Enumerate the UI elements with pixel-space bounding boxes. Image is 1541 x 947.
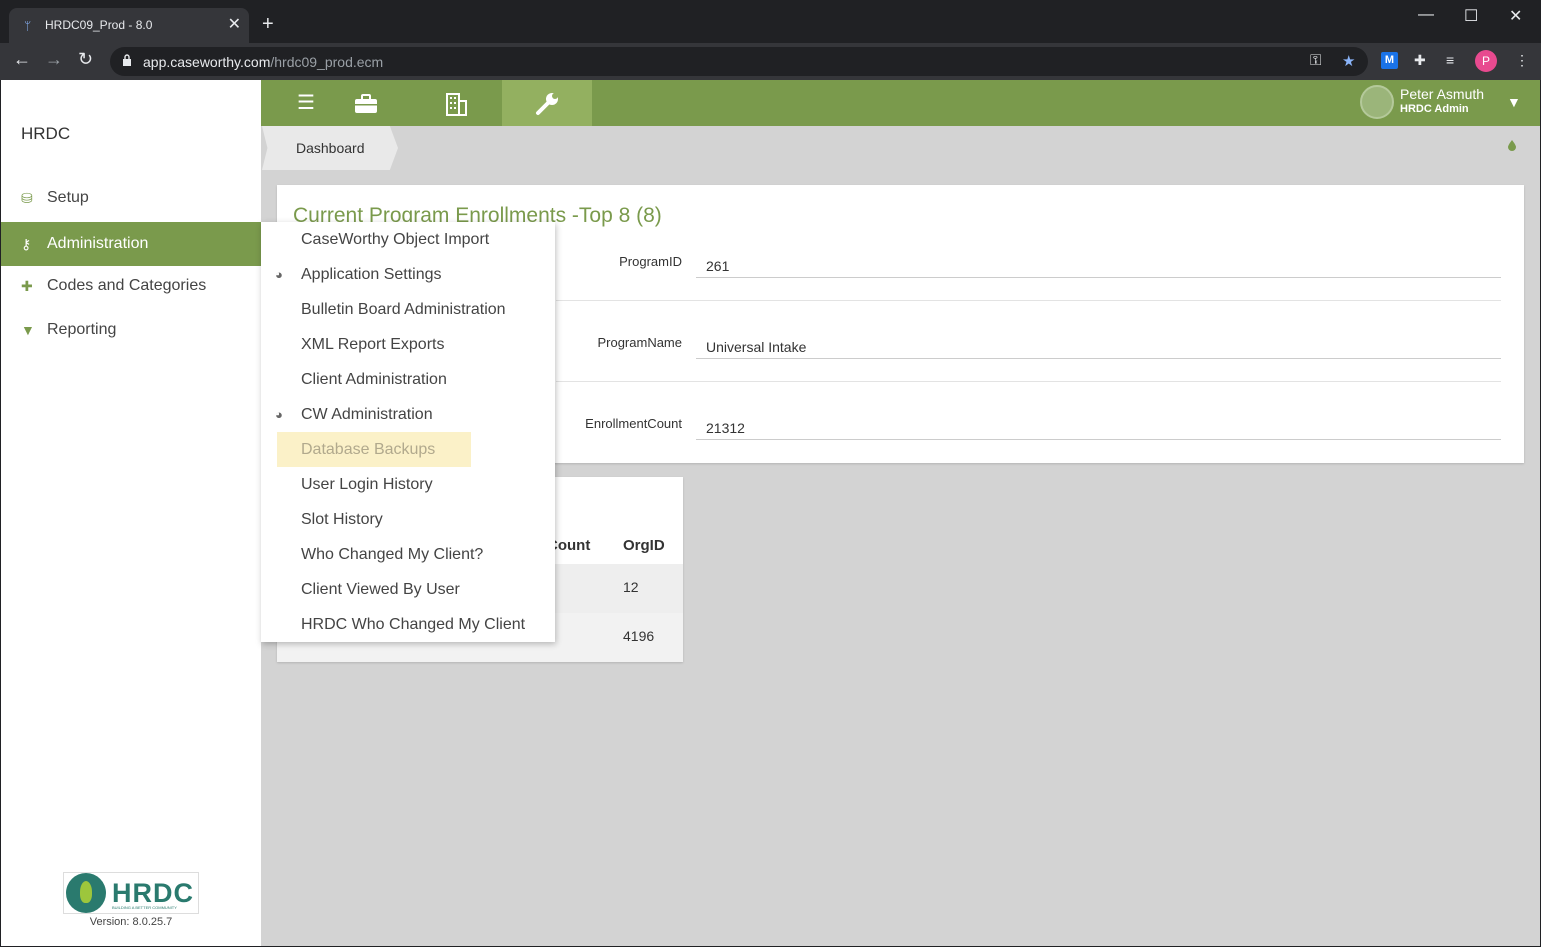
menu-item-database-backups[interactable]: Database Backups [277, 432, 471, 467]
sidebar-item-label: Codes and Categories [47, 277, 207, 294]
forward-icon[interactable]: → [45, 49, 63, 70]
drop-icon[interactable] [1508, 140, 1516, 151]
menu-item-hrdc-who-changed-my-client[interactable]: HRDC Who Changed My Client [261, 607, 555, 642]
browser-toolbar: ← → ↻ app.caseworthy.com/hrdc09_prod.ecm… [0, 43, 1541, 80]
tab-close-icon[interactable]: ✕ [228, 14, 241, 34]
app-container: HRDC ⛁ Setup ⚷ Administration ✚ Codes an… [1, 80, 1540, 946]
database-icon: ⛁ [21, 189, 33, 206]
reading-list-icon[interactable]: ≡ [1446, 52, 1454, 68]
breadcrumb-dashboard[interactable]: Dashboard [296, 140, 365, 156]
bookmark-star-icon[interactable]: ★ [1342, 52, 1355, 70]
sidebar-item-setup[interactable]: ⛁ Setup [1, 176, 261, 220]
table-cell-orgid: 4196 [623, 628, 655, 644]
menu-item-cw-administration[interactable]: ◕ CW Administration [261, 397, 555, 432]
menu-item-user-login-history[interactable]: User Login History [261, 467, 555, 502]
puzzle-icon: ✚ [21, 277, 33, 294]
sidebar-item-label: Reporting [47, 321, 117, 338]
maximize-icon[interactable]: ☐ [1464, 6, 1478, 26]
menu-item-client-administration[interactable]: Client Administration [261, 362, 555, 397]
user-role: HRDC Admin [1400, 103, 1469, 115]
browser-titlebar: ᛘ HRDC09_Prod - 8.0 ✕ + — ☐ ✕ [0, 0, 1541, 43]
administration-menu: CaseWorthy Object Import ◕ Application Se… [261, 222, 555, 642]
browser-menu-icon[interactable]: ⋮ [1515, 52, 1529, 69]
row-divider [556, 381, 1501, 382]
briefcase-icon[interactable] [321, 80, 411, 126]
caseworthy-favicon-icon: ᛘ [24, 19, 32, 33]
filter-icon: ▼ [21, 322, 35, 338]
top-navbar: ☰ Peter Asmuth HRDC Admin ▼ [261, 80, 1540, 126]
column-header-orgid[interactable]: OrgID [623, 537, 665, 554]
menu-item-client-viewed-by-user[interactable]: Client Viewed By User [261, 572, 555, 607]
extensions-puzzle-icon[interactable]: ✚ [1414, 52, 1426, 69]
lock-icon [123, 54, 131, 66]
sidebar-item-label: Setup [47, 189, 89, 206]
minimize-icon[interactable]: — [1418, 6, 1434, 24]
table-cell-orgid: 12 [623, 579, 639, 595]
caret-down-icon[interactable]: ▼ [1507, 94, 1521, 110]
key-icon[interactable]: ⚿ [1310, 52, 1321, 69]
menu-item-application-settings[interactable]: ◕ Application Settings [261, 257, 555, 292]
user-avatar[interactable] [1360, 85, 1394, 119]
logo-tagline: BUILDING A BETTER COMMUNITY [112, 905, 177, 910]
extension-m-icon[interactable]: M [1381, 52, 1398, 69]
reload-icon[interactable]: ↻ [78, 49, 93, 70]
window-close-icon[interactable]: ✕ [1509, 6, 1522, 26]
menu-item-xml-report-exports[interactable]: XML Report Exports [261, 327, 555, 362]
dashboard-gauge-icon: ◕ [275, 407, 283, 422]
sidebar: HRDC ⛁ Setup ⚷ Administration ✚ Codes an… [1, 80, 261, 946]
dashboard-gauge-icon: ◕ [275, 267, 283, 282]
key-icon: ⚷ [21, 235, 32, 252]
wrench-icon[interactable] [502, 80, 592, 126]
url-text: app.caseworthy.com/hrdc09_prod.ecm [143, 54, 384, 70]
menu-item-who-changed-my-client[interactable]: Who Changed My Client? [261, 537, 555, 572]
logo-text: HRDC [112, 878, 194, 908]
field-value-programname: Universal Intake [696, 335, 1501, 359]
sidebar-item-label: Administration [47, 235, 149, 252]
profile-avatar[interactable]: P [1475, 50, 1497, 72]
new-tab-button[interactable]: + [262, 14, 274, 34]
tab-title: HRDC09_Prod - 8.0 [45, 18, 153, 32]
row-divider [556, 300, 1501, 301]
menu-item-bulletin-board-administration[interactable]: Bulletin Board Administration [261, 292, 555, 327]
version-label: Version: 8.0.25.7 [89, 916, 173, 928]
user-name[interactable]: Peter Asmuth [1400, 86, 1484, 102]
field-value-programid: 261 [696, 254, 1501, 278]
field-value-enrollmentcount: 21312 [696, 416, 1501, 440]
hrdc-logo: HRDC BUILDING A BETTER COMMUNITY [63, 872, 199, 914]
address-bar[interactable]: app.caseworthy.com/hrdc09_prod.ecm ⚿ ★ [110, 47, 1368, 76]
sidebar-brand: HRDC [21, 124, 71, 143]
browser-tab[interactable]: ᛘ HRDC09_Prod - 8.0 ✕ [9, 8, 249, 43]
tree-logo-icon [66, 873, 106, 913]
menu-item-caseworthy-object-import[interactable]: CaseWorthy Object Import [261, 222, 555, 257]
back-icon[interactable]: ← [13, 49, 31, 70]
building-icon[interactable] [411, 80, 501, 126]
sidebar-item-reporting[interactable]: ▼ Reporting [1, 308, 261, 352]
sidebar-item-administration[interactable]: ⚷ Administration [1, 222, 261, 266]
sidebar-item-codes-and-categories[interactable]: ✚ Codes and Categories [1, 264, 261, 308]
menu-item-slot-history[interactable]: Slot History [261, 502, 555, 537]
